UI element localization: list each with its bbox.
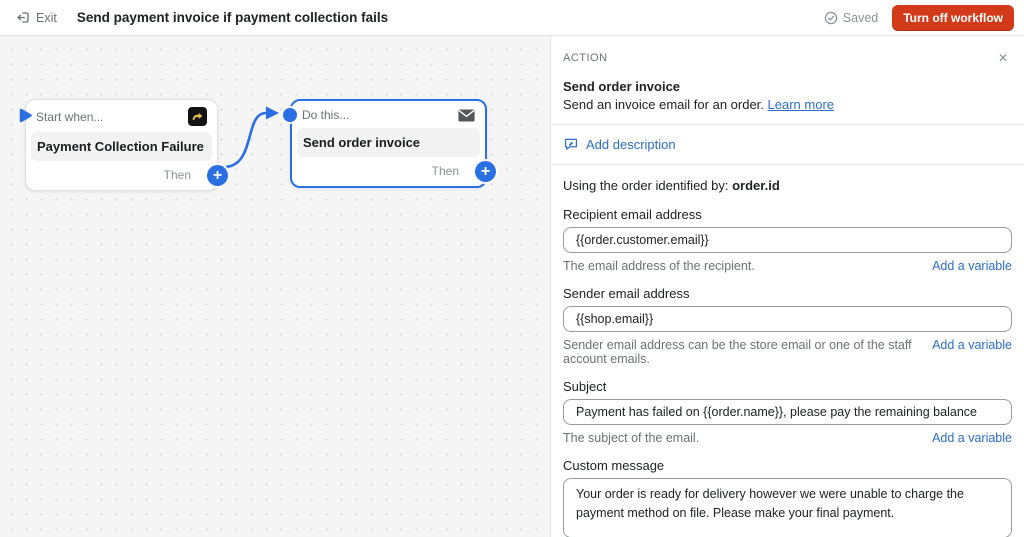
add-variable-link[interactable]: Add a variable	[932, 338, 1012, 352]
field-help: The email address of the recipient.	[563, 259, 755, 273]
add-description-link[interactable]: Add description	[586, 137, 676, 152]
recipient-email-field-group: Recipient email address The email addres…	[563, 207, 1012, 273]
recipient-email-input[interactable]	[563, 227, 1012, 253]
field-label: Subject	[563, 379, 607, 394]
flow-app-icon	[188, 107, 207, 126]
using-order-line: Using the order identified by: order.id	[563, 165, 1012, 194]
subject-input[interactable]	[563, 399, 1012, 425]
action-detail-panel: ACTION ✕ Send order invoice Send an invo…	[550, 36, 1024, 537]
panel-title: Send order invoice	[563, 79, 681, 94]
add-step-button[interactable]: +	[207, 165, 228, 186]
trigger-node[interactable]: Start when... Payment Collection Failure…	[19, 99, 228, 191]
field-label: Recipient email address	[563, 207, 702, 222]
using-prefix: Using the order identified by:	[563, 178, 733, 193]
sender-email-input[interactable]	[563, 306, 1012, 332]
action-kicker: Do this...	[302, 108, 350, 122]
check-circle-icon	[824, 11, 838, 25]
custom-message-textarea[interactable]: Your order is ready for delivery however…	[563, 478, 1012, 537]
trigger-kicker: Start when...	[36, 109, 104, 124]
subject-field-group: Subject The subject of the email. Add a …	[563, 379, 1012, 445]
add-description-icon	[563, 136, 579, 152]
add-variable-link[interactable]: Add a variable	[932, 431, 1012, 445]
field-label: Sender email address	[563, 286, 690, 301]
panel-kicker: ACTION	[563, 52, 608, 64]
custom-message-field-group: Custom message Your order is ready for d…	[563, 458, 1012, 537]
add-step-button[interactable]: +	[475, 161, 496, 182]
connection-in-dot	[283, 108, 297, 122]
saved-label: Saved	[842, 10, 879, 25]
sender-email-field-group: Sender email address Sender email addres…	[563, 286, 1012, 366]
learn-more-link[interactable]: Learn more	[768, 97, 834, 112]
field-help: The subject of the email.	[563, 431, 700, 445]
using-value: order.id	[732, 178, 780, 193]
workflow-title: Send payment invoice if payment collecti…	[76, 10, 389, 25]
panel-description: Send an invoice email for an order. Lear…	[563, 97, 1012, 112]
action-node[interactable]: Do this... Send order invoice Then +	[283, 99, 496, 188]
field-label: Custom message	[563, 458, 665, 473]
envelope-icon	[458, 109, 475, 122]
trigger-title: Payment Collection Failure	[31, 132, 212, 161]
add-variable-link[interactable]: Add a variable	[932, 259, 1012, 273]
field-help: Sender email address can be the store em…	[563, 338, 912, 366]
saved-status: Saved	[824, 11, 878, 25]
panel-description-text: Send an invoice email for an order.	[563, 97, 764, 112]
turn-off-workflow-button[interactable]: Turn off workflow	[892, 4, 1014, 31]
action-title: Send order invoice	[297, 128, 480, 157]
action-then-label: Then	[431, 163, 459, 178]
top-bar: Exit Send payment invoice if payment col…	[0, 0, 1024, 36]
workflow-canvas[interactable]: Start when... Payment Collection Failure…	[0, 36, 550, 537]
trigger-then-label: Then	[163, 167, 191, 182]
exit-button[interactable]: Exit	[10, 6, 63, 29]
close-icon[interactable]: ✕	[994, 49, 1012, 67]
exit-label: Exit	[36, 10, 57, 25]
exit-icon	[16, 10, 31, 25]
trigger-start-icon	[19, 108, 32, 126]
